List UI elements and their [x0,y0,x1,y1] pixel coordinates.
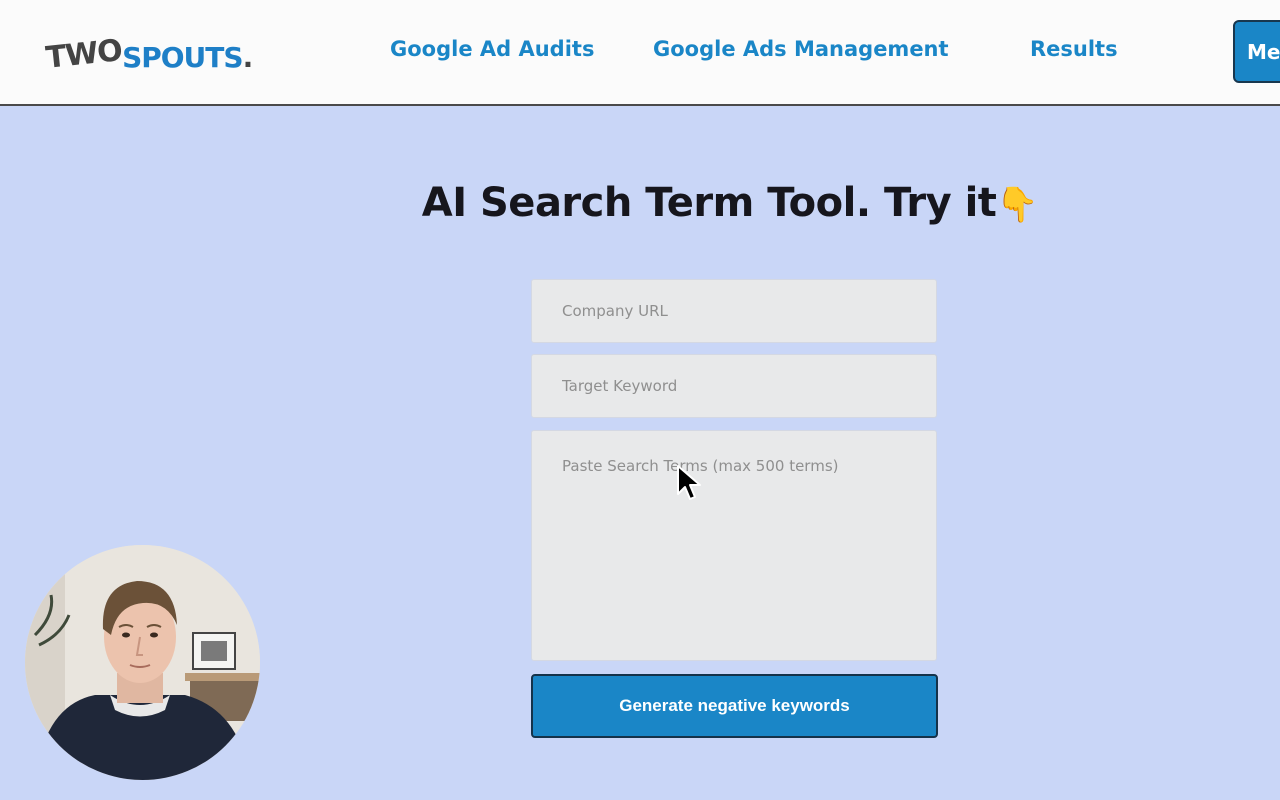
webcam-overlay [25,545,260,780]
logo-dot: . [242,41,254,74]
logo-spouts-text: SPOUTS [122,41,243,74]
nav-link-ads-management[interactable]: Google Ads Management [653,37,949,61]
pointing-down-icon: 👇 [996,185,1039,225]
nav-link-ad-audits[interactable]: Google Ad Audits [390,37,594,61]
header-cta-button[interactable]: Me [1233,20,1280,83]
page-title: AI Search Term Tool. Try it👇 [0,180,1280,226]
logo[interactable]: TWO SPOUTS . [44,33,254,76]
site-header: TWO SPOUTS . Google Ad Audits Google Ads… [0,0,1280,106]
mouse-pointer-icon [677,465,701,500]
company-url-input[interactable] [531,279,937,343]
logo-two-text: TWO [44,33,124,76]
page-title-text: AI Search Term Tool. Try it [421,180,997,226]
search-terms-textarea[interactable] [531,430,937,661]
presenter-video-image [25,545,260,780]
nav-link-results[interactable]: Results [1030,37,1118,61]
target-keyword-input[interactable] [531,354,937,418]
generate-negative-keywords-button[interactable]: Generate negative keywords [531,674,938,738]
